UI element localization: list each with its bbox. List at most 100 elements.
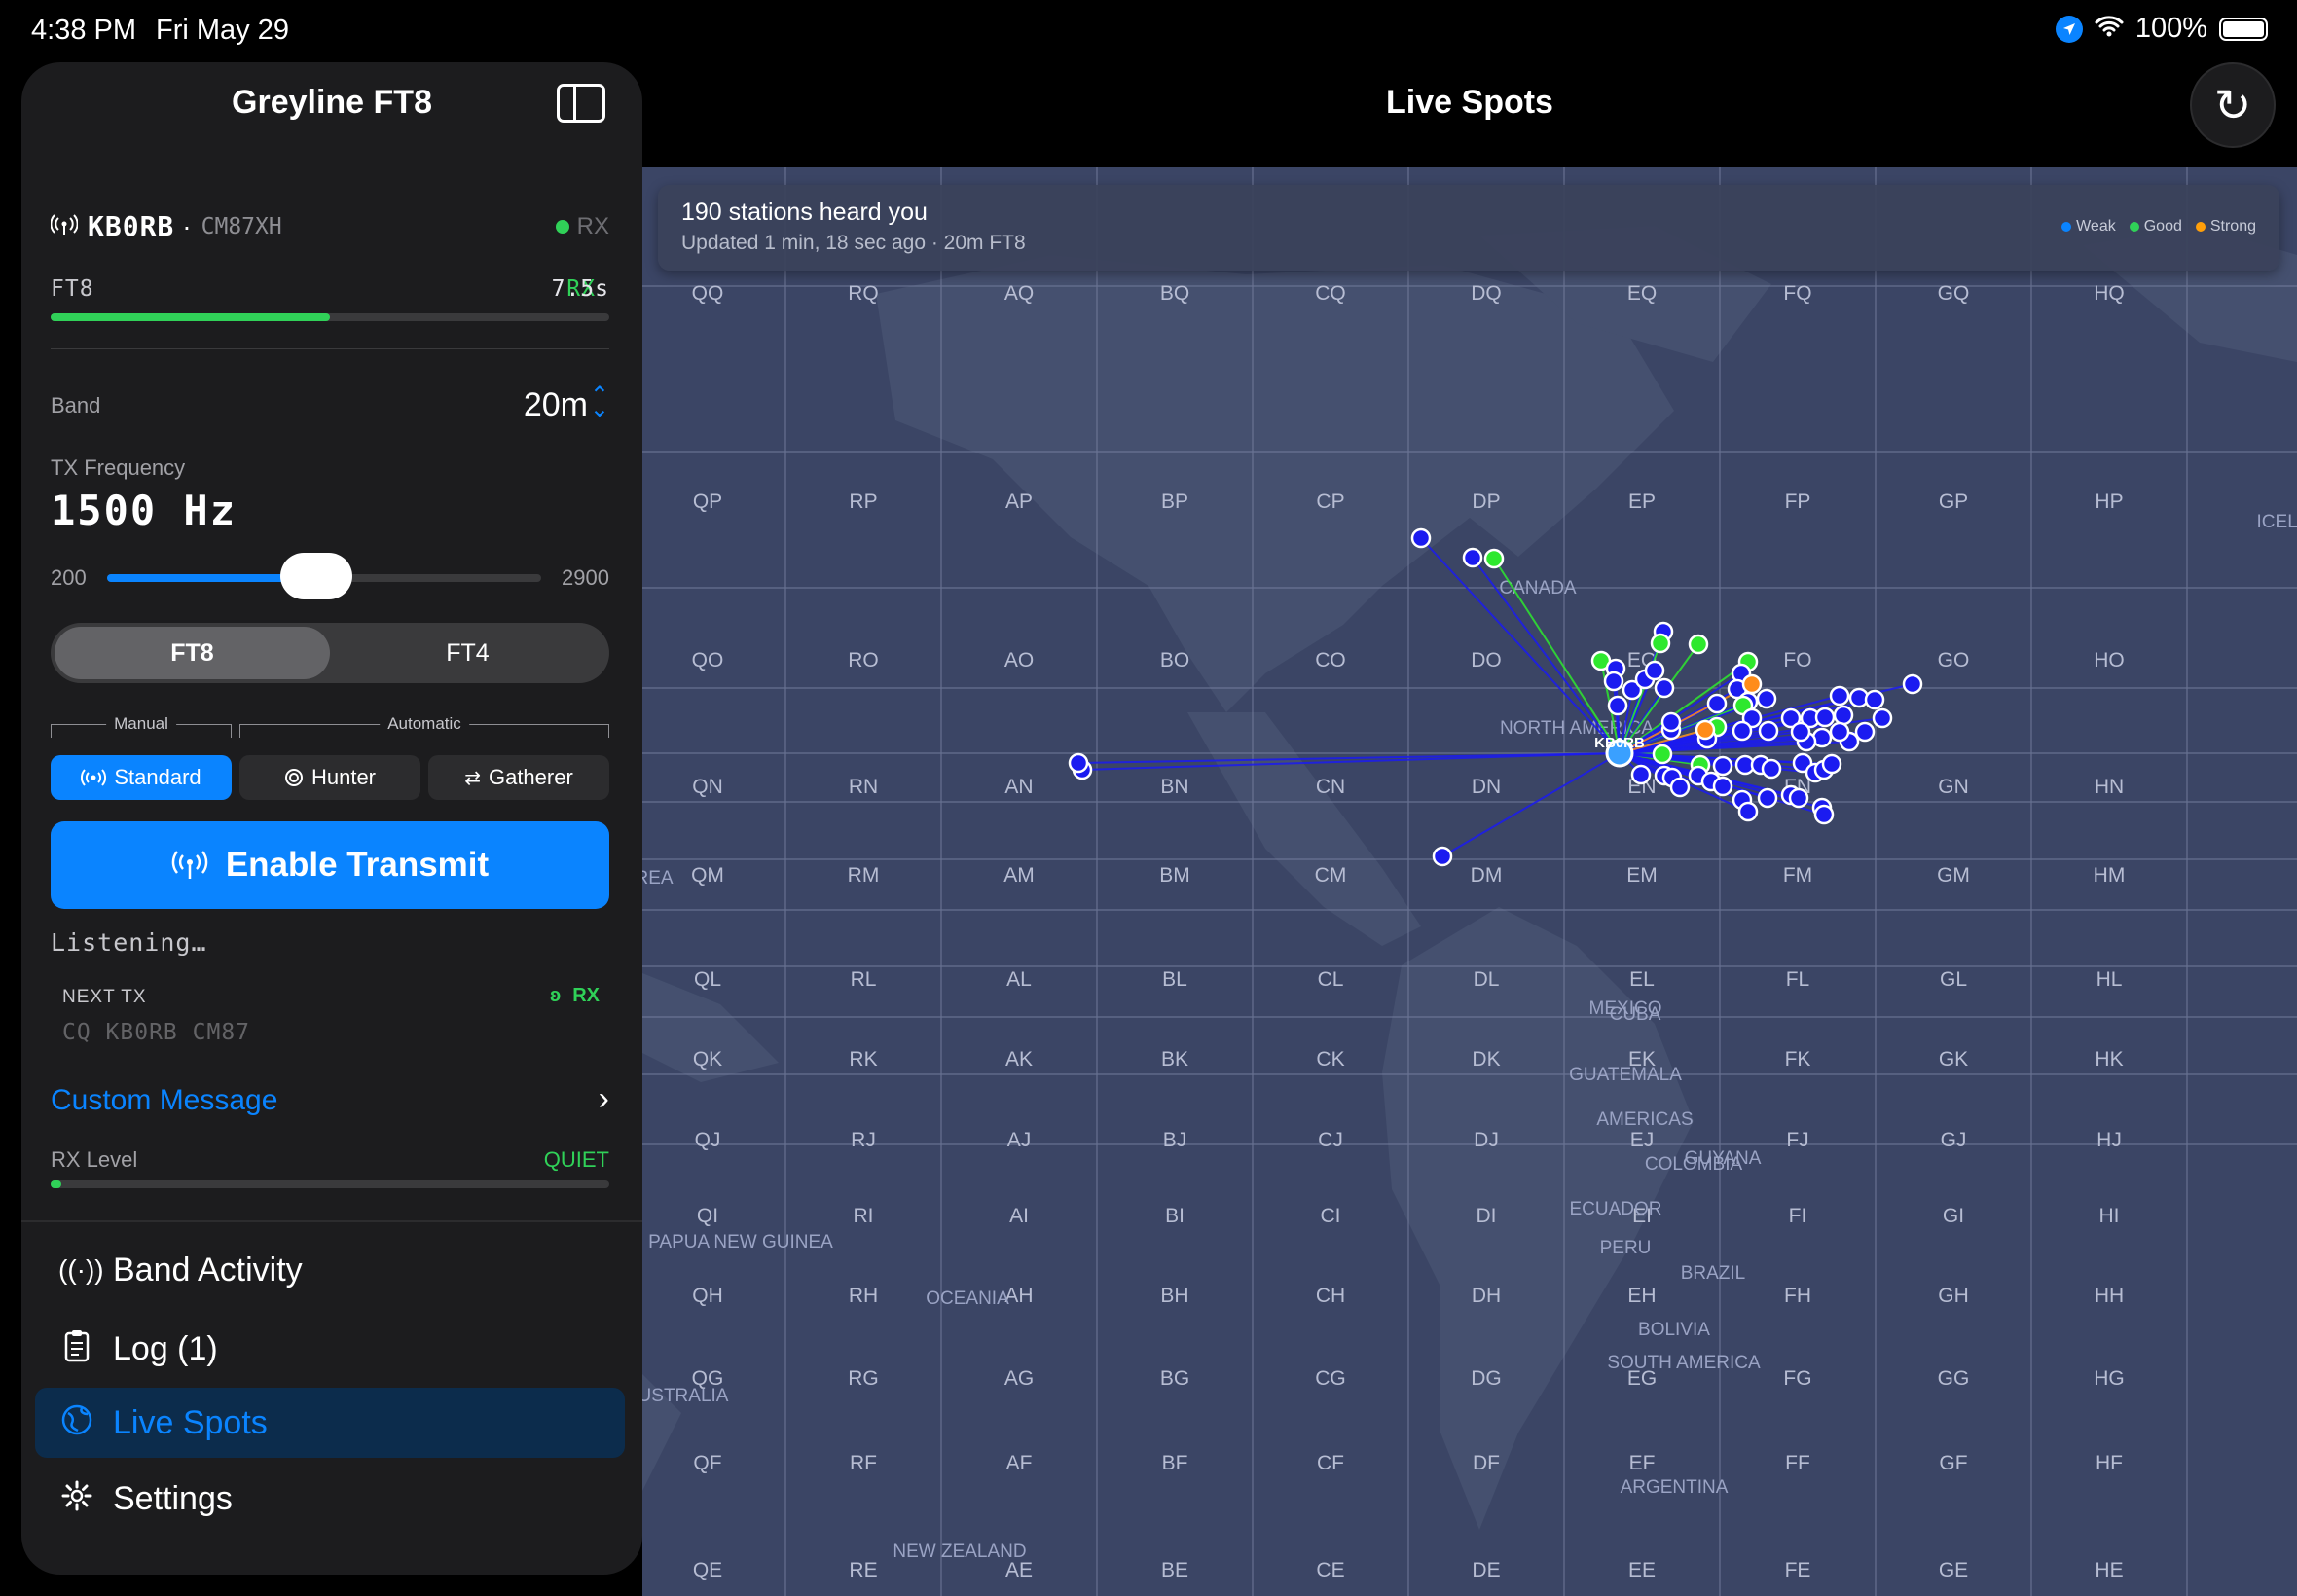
gatherer-button[interactable]: ⇄ Gatherer	[428, 755, 609, 800]
grid-square-label: BL	[1162, 968, 1187, 991]
grid-square-label: FH	[1784, 1285, 1811, 1307]
spot-marker	[1814, 707, 1836, 728]
tab-ft8[interactable]: FT8	[55, 627, 330, 679]
map-canvas[interactable]: QQ RQ AQ BQ CQ DQ EQ FQ GQ HQ QP RP AP BP CP DP EP FP GP HP…	[642, 167, 2297, 1596]
grid-square-label: HH	[2095, 1285, 2124, 1307]
place-label: PERU	[1600, 1238, 1652, 1258]
grid-square-label: CJ	[1318, 1129, 1343, 1151]
sidebar-toggle-icon[interactable]	[557, 84, 605, 123]
callsign-row: KB0RB · CM87XH RX	[50, 210, 609, 242]
grid-square-label: RG	[848, 1367, 879, 1390]
home-station-label: KB0RB	[1594, 735, 1645, 751]
grid-square-label: FL	[1786, 968, 1810, 991]
place-label: OCEANIA	[926, 1288, 1009, 1309]
spot-marker	[1872, 707, 1893, 729]
grid-square-label: DH	[1472, 1285, 1501, 1307]
app-title: Greyline FT8	[232, 84, 432, 121]
spot-marker	[1695, 719, 1716, 741]
antenna-icon: ((·))	[58, 1254, 104, 1285]
cycle-row: FT8 RX 7.5s	[51, 276, 609, 302]
grid-square-label: CH	[1316, 1285, 1345, 1307]
grid-square-label: FG	[1783, 1367, 1811, 1390]
banner-title: 190 stations heard you	[681, 199, 928, 226]
grid-square-label: GP	[1939, 490, 1968, 513]
place-label: BOLIVIA	[1638, 1320, 1710, 1340]
grid-square-label: GN	[1938, 776, 1969, 798]
spot-marker	[1660, 711, 1682, 733]
grid-square-label: RP	[849, 490, 877, 513]
grid-square-label: HK	[2095, 1048, 2123, 1070]
spot-marker	[1410, 527, 1432, 549]
band-picker[interactable]: 20m	[524, 386, 588, 424]
sidebar-item-live-spots[interactable]: Live Spots	[35, 1388, 625, 1458]
group-manual-label: Manual	[106, 714, 176, 734]
grid-square-label: RH	[849, 1285, 878, 1307]
spot-marker	[1758, 720, 1779, 742]
spot-marker	[1712, 755, 1733, 777]
grid-square-label: BE	[1161, 1559, 1188, 1581]
grid-square-label: BG	[1160, 1367, 1189, 1390]
grid-square-label: EH	[1627, 1285, 1656, 1307]
tab-ft4[interactable]: FT4	[330, 627, 605, 679]
grid-square-label: CG	[1315, 1367, 1346, 1390]
standard-button[interactable]: Standard	[51, 755, 232, 800]
group-automatic-label: Automatic	[380, 714, 469, 734]
grid-square-label: FP	[1785, 490, 1811, 513]
map-view[interactable]: QQ RQ AQ BQ CQ DQ EQ FQ GQ HQ QP RP AP BP CP DP EP FP GP HP…	[642, 167, 2297, 1596]
spot-marker	[1756, 688, 1777, 709]
grid-square-label: EJ	[1630, 1129, 1655, 1151]
grid-square-label: FQ	[1783, 282, 1811, 305]
chevron-updown-icon[interactable]: ⌃ ⌄	[590, 384, 609, 421]
grid-square-label: FF	[1785, 1452, 1810, 1474]
grid-square-label: AG	[1004, 1367, 1034, 1390]
grid-square-label: DK	[1472, 1048, 1500, 1070]
grid-square-label: RM	[848, 864, 880, 887]
custom-message-row[interactable]: Custom Message ›	[51, 1080, 609, 1117]
status-date: Fri May 29	[156, 15, 289, 46]
spot-marker	[1607, 695, 1628, 716]
grid-square-label: FE	[1785, 1559, 1811, 1581]
place-label: GUYANA	[1685, 1148, 1762, 1169]
slider-thumb[interactable]	[279, 553, 352, 599]
grid-square-label: DP	[1472, 490, 1500, 513]
nav-label: Band Activity	[113, 1251, 303, 1288]
grid-square-label: HP	[2095, 490, 2123, 513]
sidebar-item-log[interactable]: Log (1)	[35, 1314, 625, 1384]
spots-banner: 190 stations heard you Updated 1 min, 18…	[658, 185, 2279, 271]
battery-percent: 100%	[2134, 13, 2207, 44]
chevron-right-icon: ›	[598, 1080, 609, 1117]
grid-square-label: EQ	[1627, 282, 1657, 305]
group-automatic: Automatic	[239, 714, 609, 738]
next-tx-label: NEXT TX	[62, 987, 147, 1007]
rx-level-value: QUIET	[543, 1147, 609, 1172]
grid-square-label: HM	[2094, 864, 2126, 887]
refresh-button[interactable]: ↻	[2190, 62, 2276, 148]
grid-square-label: BM	[1159, 864, 1190, 887]
place-label: USTRALIA	[642, 1386, 729, 1406]
group-manual: Manual	[51, 714, 232, 738]
grid-square: CM87XH	[201, 213, 282, 239]
grid-square-label: CN	[1316, 776, 1345, 798]
tx-frequency-slider[interactable]	[107, 553, 541, 599]
legend-strong: Strong	[2195, 218, 2256, 236]
grid-square-label: HF	[2096, 1452, 2123, 1474]
place-label: CANADA	[1499, 578, 1577, 598]
grid-square-label: QJ	[695, 1129, 721, 1151]
sidebar-item-band-activity[interactable]: ((·)) Band Activity	[35, 1235, 625, 1305]
grid-square-label: DF	[1473, 1452, 1500, 1474]
repeat-icon: ⇄	[464, 767, 481, 789]
grid-square-label: DJ	[1474, 1129, 1499, 1151]
enable-transmit-button[interactable]: Enable Transmit	[51, 821, 609, 909]
grid-square-label: AN	[1004, 776, 1033, 798]
grid-square-label: RQ	[848, 282, 879, 305]
grid-square-label: DI	[1477, 1205, 1497, 1227]
status-bar: 4:38 PM Fri May 29 100%	[0, 0, 2297, 60]
legend-label: Weak	[2076, 218, 2116, 235]
grid-square-label: GI	[1943, 1205, 1964, 1227]
grid-square-label: RO	[848, 649, 879, 671]
next-tx-state-label: RX	[572, 985, 600, 1006]
spot-marker	[1761, 758, 1782, 780]
hunter-button[interactable]: Hunter	[239, 755, 420, 800]
sidebar-item-settings[interactable]: Settings	[35, 1464, 625, 1534]
ear-icon: ʚ	[549, 985, 562, 1006]
